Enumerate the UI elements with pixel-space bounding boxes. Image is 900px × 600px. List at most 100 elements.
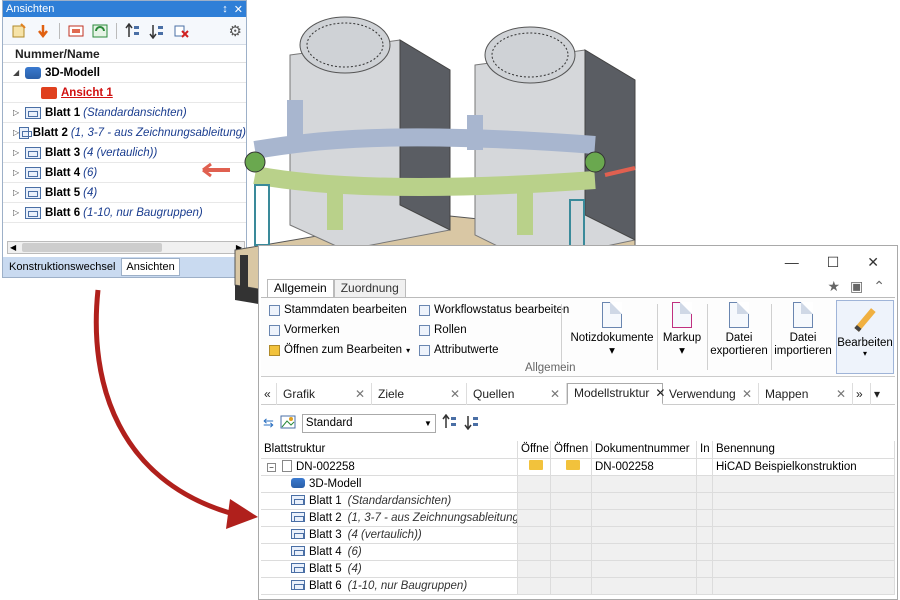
table-row[interactable]: Blatt 2 (1, 3-7 - aus Zeichnungsableitung… xyxy=(261,510,895,527)
table-row[interactable]: Blatt 3 (4 (vertaulich)) xyxy=(261,527,895,544)
table-row[interactable]: Blatt 5 (4) xyxy=(261,561,895,578)
sort-down-icon[interactable] xyxy=(147,22,167,40)
sort-up-icon[interactable] xyxy=(123,22,143,40)
panel-icon[interactable]: ▣ xyxy=(850,278,863,295)
tabs-scroll-left-icon[interactable]: « xyxy=(261,382,277,405)
tab-ziele[interactable]: Ziele ✕ xyxy=(372,382,467,405)
tab-verwendung[interactable]: Verwendung ✕ xyxy=(663,382,759,405)
tab-grafik[interactable]: Grafik ✕ xyxy=(277,382,372,405)
notizdokumente-button[interactable]: Notizdokumente ▾ xyxy=(569,302,655,358)
arrow-down-icon[interactable] xyxy=(33,22,53,40)
tree-sublabel: (1-10, nur Baugruppen) xyxy=(83,206,203,219)
button-label: Bearbeiten xyxy=(837,337,893,349)
cell-oeffnen xyxy=(551,544,592,560)
close-icon[interactable]: ✕ xyxy=(349,387,365,401)
maximize-button[interactable]: ☐ xyxy=(827,254,840,271)
view-icon[interactable] xyxy=(66,22,86,40)
column-header-oeffnen[interactable]: Öffnen xyxy=(551,441,592,458)
bearbeiten-button[interactable]: Bearbeiten ▾ xyxy=(836,300,894,374)
workflowstatus-bearbeiten-button[interactable]: Workflowstatus bearbeiten xyxy=(419,304,569,316)
datei-exportieren-button[interactable]: Datei exportieren xyxy=(709,302,769,358)
tabs-overflow-icon[interactable]: » xyxy=(853,382,871,405)
sheet-icon xyxy=(25,186,41,199)
close-button[interactable]: ✕ xyxy=(867,254,879,271)
sync-icon[interactable]: ⇆ xyxy=(263,415,274,431)
table-row[interactable]: 3D-Modell xyxy=(261,476,895,493)
expand-down-icon[interactable]: ◢ xyxy=(13,68,25,77)
scroll-left-icon[interactable]: ◀ xyxy=(10,242,16,253)
collapse-ribbon-icon[interactable]: ⌃ xyxy=(873,278,885,295)
cell-in xyxy=(697,578,713,594)
datei-importieren-button[interactable]: Datei importieren xyxy=(773,302,833,358)
expand-right-icon[interactable]: ▷ xyxy=(13,108,25,117)
expand-right-icon[interactable]: ▷ xyxy=(13,188,25,197)
folder-icon[interactable] xyxy=(565,460,580,470)
vormerken-button[interactable]: Vormerken xyxy=(269,324,340,336)
folder-open-icon[interactable] xyxy=(528,460,543,470)
close-icon[interactable]: ✕ xyxy=(444,387,460,401)
column-header-dokumentnummer[interactable]: Dokumentnummer xyxy=(592,441,697,458)
table-row[interactable]: Blatt 4 (6) xyxy=(261,544,895,561)
stammdaten-bearbeiten-button[interactable]: Stammdaten bearbeiten xyxy=(269,304,407,316)
cell-blattstruktur: Blatt 5 (4) xyxy=(261,561,518,577)
rollen-button[interactable]: Rollen xyxy=(419,324,467,336)
column-header-benennung[interactable]: Benennung xyxy=(713,441,895,458)
dropdown-arrow: ▾ xyxy=(679,345,685,357)
pencil-icon xyxy=(854,308,876,332)
tab-konstruktionswechsel[interactable]: Konstruktionswechsel xyxy=(5,259,119,275)
tab-quellen[interactable]: Quellen ✕ xyxy=(467,382,567,405)
column-header-blattstruktur[interactable]: Blattstruktur xyxy=(261,441,518,458)
sort-down-icon[interactable] xyxy=(464,414,480,433)
markup-button[interactable]: Markup ▾ xyxy=(659,302,705,358)
tab-allgemein[interactable]: Allgemein xyxy=(267,279,334,297)
tab-modellstruktur[interactable]: Modellstruktur ✕ xyxy=(567,382,665,405)
close-icon[interactable]: ✕ xyxy=(736,387,752,401)
tab-mappen[interactable]: Mappen ✕ xyxy=(759,382,853,405)
close-icon[interactable]: ✕ xyxy=(830,387,846,401)
cell-dokumentnummer: DN-002258 xyxy=(592,459,697,475)
structure-toolbar: ⇆ Standard ▼ xyxy=(263,412,480,434)
oeffnen-zum-bearbeiten-button[interactable]: Öffnen zum Bearbeiten ▾ xyxy=(269,344,410,356)
cell-oeffne[interactable] xyxy=(518,459,551,475)
scroll-thumb[interactable] xyxy=(22,243,162,252)
column-header-oeffne[interactable]: Öffne xyxy=(518,441,551,458)
tab-ansichten[interactable]: Ansichten xyxy=(121,258,180,276)
attributwerte-button[interactable]: Attributwerte xyxy=(419,344,499,356)
sheet-icon xyxy=(25,146,41,159)
cell-in xyxy=(697,527,713,543)
ribbon-tabs: Allgemein Zuordnung xyxy=(267,279,406,297)
sheet-icon xyxy=(25,166,41,179)
import-icon xyxy=(793,302,813,328)
sheet-icon xyxy=(291,546,305,556)
row-tag: (4 (vertaulich)) xyxy=(347,529,422,541)
sort-up-icon[interactable] xyxy=(442,413,458,433)
tab-zuordnung[interactable]: Zuordnung xyxy=(333,279,406,297)
view-filter-select[interactable]: Standard ▼ xyxy=(301,413,436,433)
minimize-button[interactable]: — xyxy=(785,254,799,270)
expand-right-icon[interactable]: ▷ xyxy=(13,148,25,157)
button-label: Markup xyxy=(662,332,702,344)
table-row[interactable]: − DN-002258 DN-002258 HiCAD Beispielkonst… xyxy=(261,459,895,476)
picture-icon[interactable] xyxy=(280,415,296,432)
cell-in xyxy=(697,561,713,577)
new-sheet-icon[interactable] xyxy=(9,22,29,40)
ribbon: Stammdaten bearbeiten Vormerken Öffnen z… xyxy=(261,297,895,377)
workflow-icon xyxy=(419,304,430,316)
refresh-icon[interactable] xyxy=(90,22,110,40)
close-icon[interactable]: ✕ xyxy=(544,387,560,401)
button-label: Öffnen zum Bearbeiten xyxy=(284,344,403,356)
column-header-in[interactable]: In xyxy=(697,441,713,458)
tabs-menu-icon[interactable]: ▾ xyxy=(871,383,889,405)
table-row[interactable]: Blatt 1 (Standardansichten) xyxy=(261,493,895,510)
folder-icon xyxy=(269,344,280,356)
cell-dokumentnummer xyxy=(592,527,697,543)
cell-dokumentnummer xyxy=(592,476,697,492)
table-row[interactable]: Blatt 6 (1-10, nur Baugruppen) xyxy=(261,578,895,595)
expand-right-icon[interactable]: ▷ xyxy=(13,208,25,217)
delete-view-icon[interactable] xyxy=(171,22,191,40)
expand-right-icon[interactable]: ▷ xyxy=(13,168,25,177)
cell-oeffnen[interactable] xyxy=(551,459,592,475)
dropdown-arrow: ▾ xyxy=(609,345,615,357)
star-icon[interactable]: ★ xyxy=(827,278,840,295)
collapse-icon[interactable]: − xyxy=(267,463,276,472)
